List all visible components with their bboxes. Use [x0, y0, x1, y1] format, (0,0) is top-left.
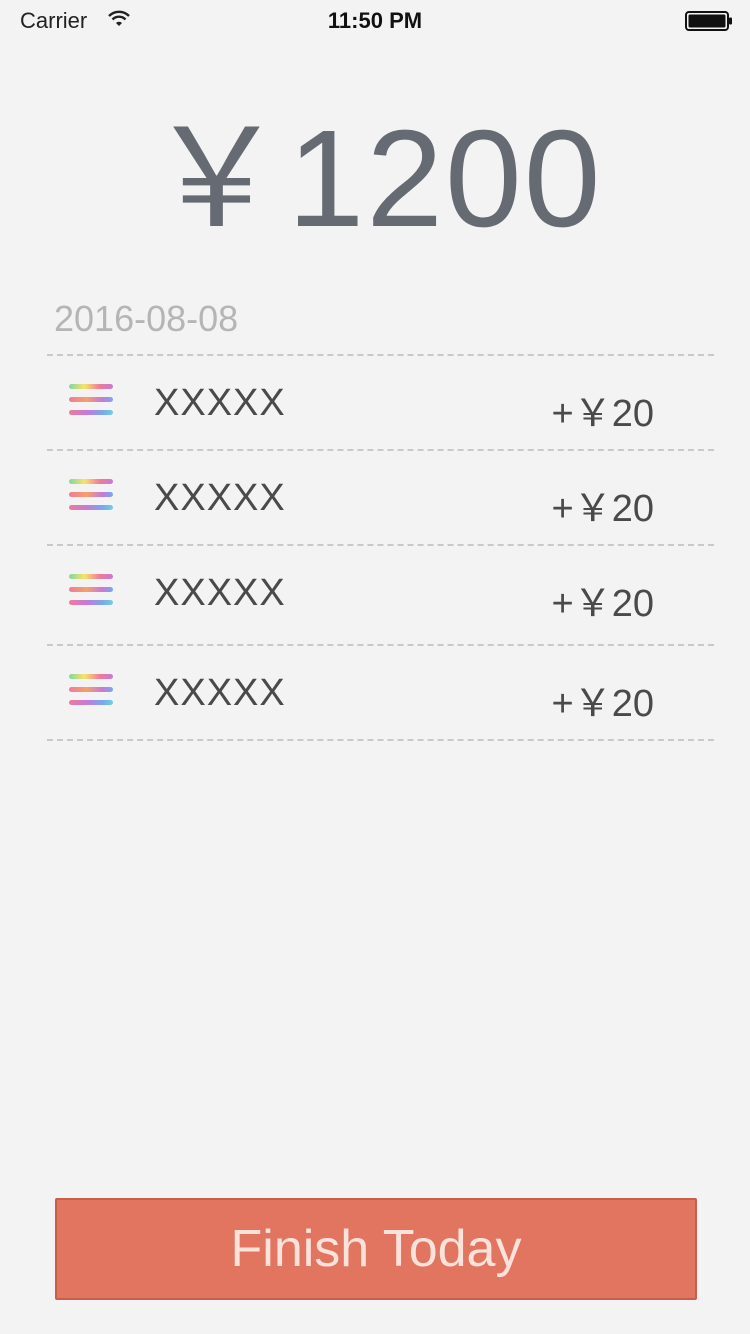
rainbow-lines-icon	[69, 382, 113, 418]
income-list: XXXXX +￥20 XXXXX +￥20 XXXXX +￥20 XXXXX +…	[47, 354, 714, 741]
status-bar: Carrier 11:50 PM	[0, 0, 750, 40]
finish-today-button[interactable]: Finish Today	[55, 1198, 697, 1300]
rainbow-lines-icon	[69, 477, 113, 513]
date-label: 2016-08-08	[54, 298, 239, 339]
item-amount: +￥20	[551, 683, 654, 725]
list-item[interactable]: XXXXX +￥20	[47, 356, 714, 451]
item-name: XXXXX	[154, 477, 286, 519]
item-name: XXXXX	[154, 382, 286, 424]
total-amount: ￥1200	[147, 102, 603, 256]
item-name: XXXXX	[154, 672, 286, 714]
item-name: XXXXX	[154, 572, 286, 614]
list-item[interactable]: XXXXX +￥20	[47, 451, 714, 546]
item-amount: +￥20	[551, 488, 654, 530]
status-time: 11:50 PM	[327, 8, 423, 33]
item-amount: +￥20	[551, 393, 654, 435]
item-amount: +￥20	[551, 583, 654, 625]
list-item[interactable]: XXXXX +￥20	[47, 546, 714, 646]
rainbow-lines-icon	[69, 672, 113, 708]
list-item[interactable]: XXXXX +￥20	[47, 646, 714, 741]
battery-icon	[685, 11, 732, 31]
rainbow-lines-icon	[69, 572, 113, 608]
